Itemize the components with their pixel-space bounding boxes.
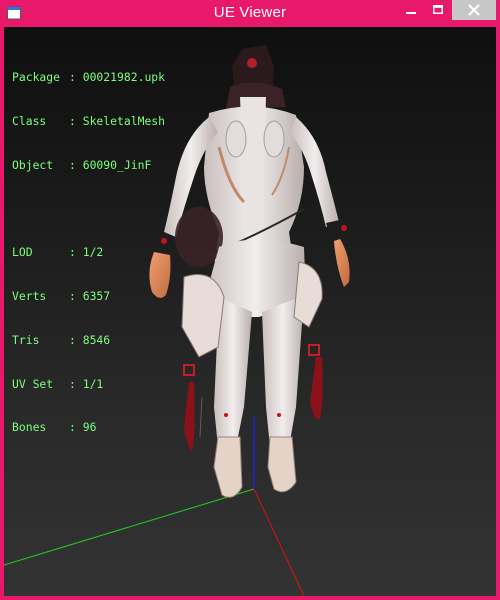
axis-y bbox=[4, 488, 255, 566]
close-button[interactable] bbox=[452, 0, 496, 20]
maximize-icon bbox=[433, 5, 443, 14]
info-bones: Bones: 96 bbox=[12, 420, 97, 435]
info-lod: LOD: 1/2 bbox=[12, 245, 104, 260]
info-class: Class: SkeletalMesh bbox=[12, 113, 166, 128]
info-tris: Tris: 8546 bbox=[12, 332, 111, 347]
info-package: Package: 00021982.upk bbox=[12, 70, 166, 85]
info-object: Object: 60090_JinF bbox=[12, 157, 152, 172]
app-window: UE Viewer Package: 00021982.upk Class:… bbox=[0, 0, 500, 600]
info-verts: Verts: 6357 bbox=[12, 289, 111, 304]
minimize-button[interactable] bbox=[398, 0, 424, 20]
maximize-button[interactable] bbox=[425, 0, 451, 20]
minimize-icon bbox=[406, 12, 416, 14]
3d-viewport[interactable]: Package: 00021982.upk Class: SkeletalMes… bbox=[4, 27, 496, 596]
axis-x bbox=[253, 488, 305, 596]
info-uvset: UV Set: 1/1 bbox=[12, 376, 104, 391]
title-bar[interactable]: UE Viewer bbox=[0, 0, 500, 27]
mesh-info-panel: Package: 00021982.upk Class: SkeletalMes… bbox=[12, 41, 165, 464]
character-mesh bbox=[149, 45, 350, 498]
close-icon bbox=[468, 4, 480, 16]
